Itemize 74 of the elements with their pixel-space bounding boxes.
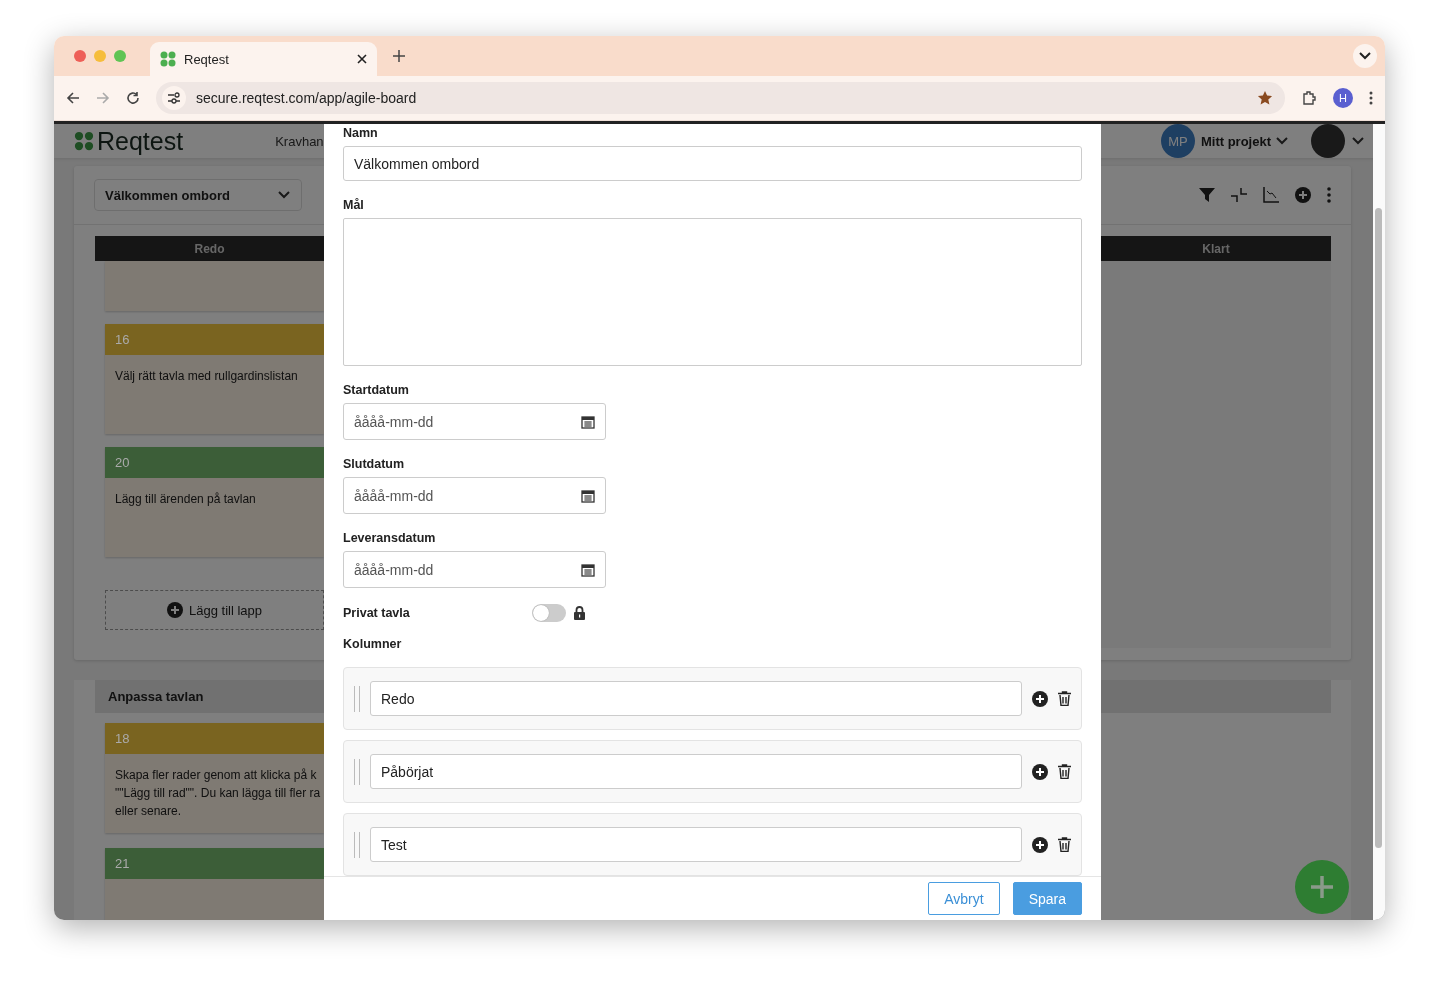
calendar-icon[interactable] xyxy=(581,488,595,503)
textarea-field[interactable] xyxy=(343,218,1082,366)
input-field[interactable]: Påbörjat xyxy=(370,754,1022,789)
field-label: Namn xyxy=(343,126,379,141)
close-icon[interactable] xyxy=(357,54,367,64)
browser-tab[interactable]: Reqtest xyxy=(150,42,377,76)
add-card-button[interactable]: Lägg till lapp xyxy=(105,590,324,630)
lock-icon xyxy=(574,606,585,620)
add-icon[interactable] xyxy=(1032,690,1048,707)
card-number: 21 xyxy=(115,856,130,871)
close-window-button[interactable] xyxy=(74,50,86,62)
nav-link[interactable]: Kravhan xyxy=(275,133,324,149)
user-avatar[interactable] xyxy=(1311,124,1345,158)
input-field[interactable]: Test xyxy=(370,827,1022,862)
trash-icon[interactable] xyxy=(1058,837,1071,852)
profile-avatar[interactable]: H xyxy=(1333,88,1353,108)
card-text: Välj rätt tavla med rullgardinslistan xyxy=(114,368,299,385)
card-number: 16 xyxy=(115,332,130,347)
date-field[interactable]: åååå-mm-dd xyxy=(343,403,606,440)
tab-menu-button[interactable] xyxy=(1353,44,1377,68)
plus-circle-icon[interactable] xyxy=(167,602,183,618)
board-dropdown[interactable]: Välkommen ombord xyxy=(94,179,302,211)
drag-handle-icon[interactable] xyxy=(354,685,360,712)
card[interactable]: 18 Skapa fler rader genom att klicka på k ""Lägg till rad"". Du kan lägga till fler ra eller senare. xyxy=(105,723,324,833)
star-icon[interactable] xyxy=(1257,90,1273,106)
add-icon[interactable] xyxy=(1032,836,1048,853)
column-header: Redo xyxy=(95,236,324,261)
column-header: Klart xyxy=(1101,236,1331,261)
card[interactable]: 21 xyxy=(105,848,324,920)
card[interactable]: 16 Välj rätt tavla med rullgardinslistan xyxy=(105,324,324,434)
new-tab-icon[interactable] xyxy=(393,50,405,62)
chart-icon[interactable] xyxy=(1263,187,1279,203)
drag-handle-icon[interactable] xyxy=(354,831,360,858)
input-field[interactable]: Välkommen ombord xyxy=(343,146,1082,181)
collapse-icon[interactable] xyxy=(1231,187,1247,203)
more-icon[interactable] xyxy=(1369,91,1373,105)
back-icon[interactable] xyxy=(66,91,80,105)
more-icon[interactable] xyxy=(1327,187,1331,203)
logo-text: Reqtest xyxy=(97,126,184,156)
field-label: Leveransdatum xyxy=(343,531,437,546)
private-toggle[interactable] xyxy=(532,604,566,622)
trash-icon[interactable] xyxy=(1058,691,1071,706)
extensions-icon[interactable] xyxy=(1301,90,1317,106)
filter-icon[interactable] xyxy=(1199,187,1215,203)
card-number: 18 xyxy=(115,731,130,746)
scrollbar-thumb[interactable] xyxy=(1375,208,1382,848)
trash-icon[interactable] xyxy=(1058,764,1071,779)
date-field[interactable]: åååå-mm-dd xyxy=(343,477,606,514)
date-field[interactable]: åååå-mm-dd xyxy=(343,551,606,588)
project-avatar[interactable]: MP xyxy=(1160,124,1195,158)
chevron-down-icon[interactable] xyxy=(1358,51,1372,61)
card-number: 20 xyxy=(115,455,130,470)
address-bar[interactable]: secure.reqtest.com/app/agile-board xyxy=(156,82,1285,114)
project-name[interactable]: Mitt projekt xyxy=(1200,133,1271,149)
calendar-icon[interactable] xyxy=(581,414,595,429)
save-button[interactable]: Spara xyxy=(1012,882,1082,915)
field-label: Mål xyxy=(343,198,365,213)
field-label: Privat tavla xyxy=(343,605,411,621)
field-label: Kolumner xyxy=(343,637,403,652)
card-text: Lägg till ärenden på tavlan xyxy=(114,491,257,508)
plus-icon xyxy=(1311,876,1333,898)
clover-logo-icon xyxy=(74,131,94,151)
drag-handle-icon[interactable] xyxy=(354,758,360,785)
card-text: Skapa fler rader genom att klicka på k ""Lägg till rad"". Du kan lägga till fler ra eller senare. xyxy=(114,767,322,820)
field-label: Slutdatum xyxy=(343,457,406,472)
cancel-button[interactable]: Avbryt xyxy=(928,882,1000,915)
reload-icon[interactable] xyxy=(126,91,140,105)
site-settings-icon[interactable] xyxy=(167,92,181,104)
add-icon[interactable] xyxy=(1032,763,1048,780)
clover-logo-icon xyxy=(160,51,176,67)
calendar-icon[interactable] xyxy=(581,562,595,577)
input-field[interactable]: Redo xyxy=(370,681,1022,716)
card[interactable]: 20 Lägg till ärenden på tavlan xyxy=(105,447,324,557)
field-label: Startdatum xyxy=(343,383,410,398)
